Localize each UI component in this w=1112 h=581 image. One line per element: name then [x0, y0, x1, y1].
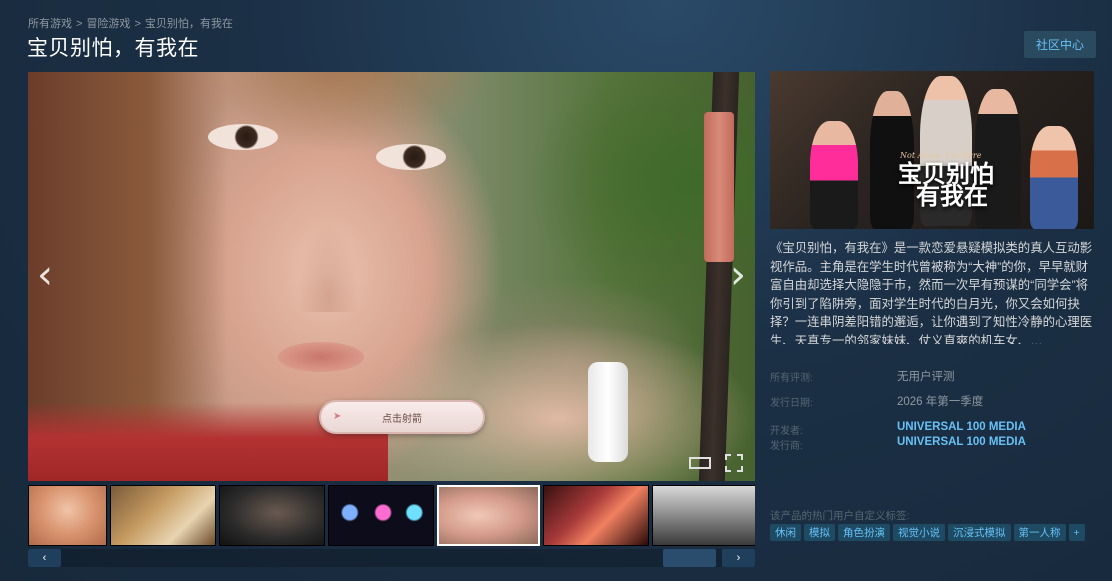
fullscreen-icon[interactable] — [725, 454, 743, 472]
add-tag-button[interactable]: + — [1068, 524, 1085, 541]
fullscreen-corner — [737, 466, 743, 472]
scroll-left-button[interactable]: ‹ — [28, 549, 61, 567]
screenshot-eye-left — [208, 124, 278, 150]
tag-first-person[interactable]: 第一人称 — [1013, 524, 1066, 541]
tag-rpg[interactable]: 角色扮演 — [838, 524, 890, 541]
shoot-arrow-overlay-button: ➤ 点击射箭 — [319, 400, 485, 434]
thumbnail-7[interactable] — [652, 485, 755, 546]
breadcrumb-adventure[interactable]: 冒险游戏 — [86, 18, 130, 30]
screenshot-eye-right — [376, 144, 446, 170]
publisher-link[interactable]: UNIVERSAL 100 MEDIA — [897, 436, 1026, 448]
publisher-label: 发行商: — [770, 441, 803, 452]
next-screenshot-arrow-icon[interactable]: › — [723, 252, 753, 298]
windowed-icon[interactable] — [689, 457, 711, 469]
screenshot-nose — [298, 222, 358, 312]
reviews-value: 无用户评测 — [897, 371, 955, 383]
fullscreen-corner — [725, 466, 731, 472]
screenshot-lips — [278, 342, 364, 372]
reviews-label: 所有评测: — [770, 373, 813, 384]
arrow-icon: ➤ — [333, 411, 342, 422]
shoot-arrow-label: 点击射箭 — [382, 413, 422, 425]
capsule-logo: 宝贝别怕 有我在 — [898, 162, 994, 210]
previous-screenshot-arrow-icon[interactable]: ‹ — [30, 252, 60, 298]
capsule-figure — [1030, 126, 1078, 229]
thumbnail-strip — [28, 485, 755, 547]
screenshot-bow-grip — [704, 112, 734, 262]
game-description: 《宝贝别怕，有我在》是一款恋爱悬疑模拟类的真人互动影视作品。主角是在学生时代曾被… — [770, 241, 1093, 344]
popular-tags-label: 该产品的热门用户自定义标签: — [770, 510, 910, 522]
scrollbar-handle[interactable] — [663, 549, 716, 567]
release-date-value: 2026 年第一季度 — [897, 396, 984, 408]
capsule-logo-line2: 有我在 — [916, 181, 988, 210]
tag-simulation[interactable]: 模拟 — [804, 524, 835, 541]
main-screenshot[interactable]: ➤ 点击射箭 ‹ › — [28, 72, 755, 481]
release-date-label: 发行日期: — [770, 398, 813, 409]
scroll-right-button[interactable]: › — [722, 549, 755, 567]
capsule-figure — [810, 121, 858, 229]
thumbnail-scrollbar[interactable]: ‹ › — [28, 549, 755, 567]
screenshot-watch — [588, 362, 628, 462]
breadcrumb-separator: > — [134, 18, 141, 30]
breadcrumb-current[interactable]: 宝贝别怕，有我在 — [145, 18, 233, 30]
thumbnail-2[interactable] — [110, 485, 216, 546]
page-title: 宝贝别怕，有我在 — [27, 36, 199, 60]
developer-value-wrap: UNIVERSAL 100 MEDIA — [897, 421, 1026, 433]
breadcrumb-separator: > — [76, 18, 83, 30]
thumbnail-5-active[interactable] — [437, 485, 540, 546]
publisher-value-wrap: UNIVERSAL 100 MEDIA — [897, 436, 1026, 448]
fullscreen-corner — [725, 454, 731, 460]
thumbnail-4[interactable] — [328, 485, 434, 546]
developer-label: 开发者: — [770, 426, 803, 437]
thumbnail-6[interactable] — [543, 485, 649, 546]
developer-link[interactable]: UNIVERSAL 100 MEDIA — [897, 421, 1026, 433]
fullscreen-corner — [737, 454, 743, 460]
community-hub-button[interactable]: 社区中心 — [1024, 31, 1096, 58]
breadcrumb: 所有游戏 > 冒险游戏 > 宝贝别怕，有我在 — [28, 15, 233, 31]
thumbnail-1[interactable] — [28, 485, 107, 546]
header-capsule-image: Not Alone, I'm Here 宝贝别怕 有我在 — [770, 71, 1094, 229]
breadcrumb-all-games[interactable]: 所有游戏 — [28, 18, 72, 30]
thumbnail-3[interactable] — [219, 485, 325, 546]
tag-immersive-sim[interactable]: 沉浸式模拟 — [948, 524, 1011, 541]
tag-casual[interactable]: 休闲 — [770, 524, 801, 541]
tag-visual-novel[interactable]: 视觉小说 — [893, 524, 945, 541]
tag-list: 休闲 模拟 角色扮演 视觉小说 沉浸式模拟 第一人称 + — [770, 524, 1085, 541]
